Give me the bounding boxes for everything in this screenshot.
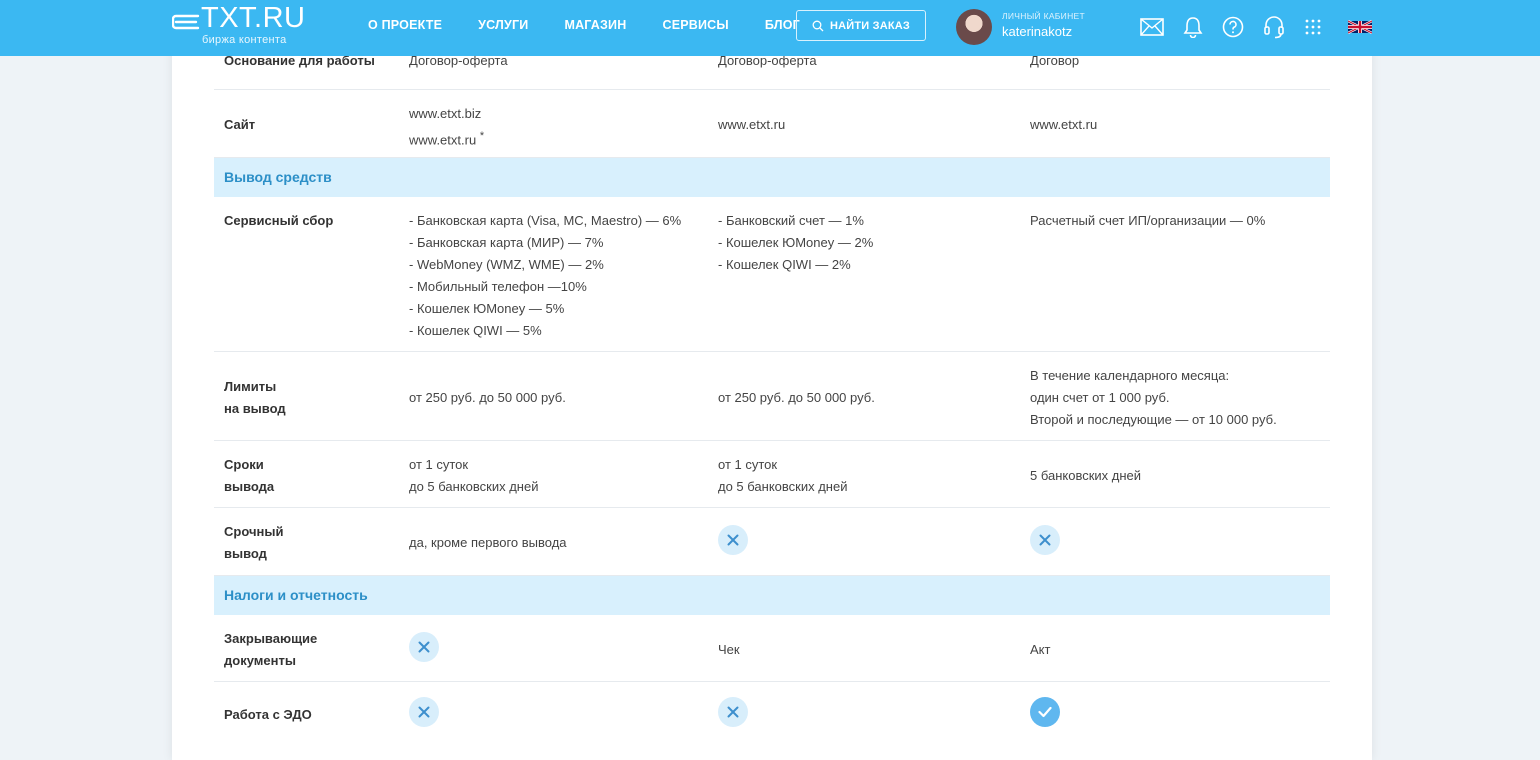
urgent-label: Срочный вывод <box>224 521 283 565</box>
nav-about[interactable]: О ПРОЕКТЕ <box>368 18 442 32</box>
fee-col2: - Банковский счет — 1% - Кошелек ЮMoney … <box>718 210 873 276</box>
closing-docs-col3: Акт <box>1030 642 1051 657</box>
logo-e-icon <box>172 7 200 33</box>
limits-label-line: Лимиты <box>224 379 277 394</box>
terms-col2: от 1 суток до 5 банковских дней <box>718 454 847 498</box>
terms-label: Сроки вывода <box>224 454 274 498</box>
fee-col1-item: - Кошелек QIWI — 5% <box>409 323 542 338</box>
mail-icon[interactable] <box>1139 14 1165 40</box>
cross-icon <box>409 697 439 727</box>
limits-col3: В течение календарного месяца: один счет… <box>1030 365 1277 431</box>
limits-label: Лимиты на вывод <box>224 376 286 420</box>
user-avatar[interactable] <box>956 9 992 45</box>
site-link-ru[interactable]: www.etxt.ru <box>409 132 476 147</box>
row-closing-documents: Закрывающие документы Чек Акт <box>214 616 1330 682</box>
cross-icon <box>1030 525 1060 555</box>
fee-col1: - Банковская карта (Visa, MC, Maestro) —… <box>409 210 681 342</box>
nav-services[interactable]: УСЛУГИ <box>478 18 528 32</box>
closing-docs-label-line: документы <box>224 653 296 668</box>
logo-subtitle: биржа контента <box>202 34 287 46</box>
fee-col2-item: - Кошелек ЮMoney — 2% <box>718 235 874 250</box>
row-site: Сайт www.etxt.biz www.etxt.ru * www.etxt… <box>214 90 1330 158</box>
row-service-fee: Сервисный сбор - Банковская карта (Visa,… <box>214 198 1330 352</box>
limits-col3-line: один счет от 1 000 руб. <box>1030 390 1170 405</box>
cross-icon <box>409 632 439 662</box>
urgent-label-line: Срочный <box>224 524 284 539</box>
fee-col2-item: - Кошелек QIWI — 2% <box>718 257 851 272</box>
nav-blog[interactable]: БЛОГ <box>765 18 800 32</box>
fee-col1-item: - Банковская карта (МИР) — 7% <box>409 235 604 250</box>
help-icon[interactable] <box>1220 14 1246 40</box>
nav-shop[interactable]: МАГАЗИН <box>564 18 626 32</box>
fee-col1-item: - Кошелек ЮMoney — 5% <box>409 301 565 316</box>
fee-col1-item: - WebMoney (WMZ, WME) — 2% <box>409 257 604 272</box>
cross-icon <box>718 697 748 727</box>
find-order-button[interactable]: НАЙТИ ЗАКАЗ <box>796 10 926 41</box>
top-header: TXT.RU биржа контента О ПРОЕКТЕ УСЛУГИ М… <box>0 0 1540 56</box>
username[interactable]: katerinakotz <box>1002 24 1072 39</box>
bell-icon[interactable] <box>1180 14 1206 40</box>
section-withdrawal-title: Вывод средств <box>224 169 332 185</box>
limits-col1: от 250 руб. до 50 000 руб. <box>409 390 566 405</box>
cross-icon <box>718 525 748 555</box>
site-col2[interactable]: www.etxt.ru <box>718 114 785 136</box>
closing-docs-label: Закрывающие документы <box>224 628 317 672</box>
fee-col2-item: - Банковский счет — 1% <box>718 213 864 228</box>
row-terms: Сроки вывода от 1 суток до 5 банковских … <box>214 441 1330 508</box>
cabinet-label[interactable]: ЛИЧНЫЙ КАБИНЕТ <box>1002 11 1085 21</box>
site-link-biz[interactable]: www.etxt.biz <box>409 103 484 125</box>
etxt-logo[interactable]: TXT.RU биржа контента <box>172 3 306 46</box>
main-nav: О ПРОЕКТЕ УСЛУГИ МАГАЗИН СЕРВИСЫ БЛОГ <box>368 18 836 32</box>
apps-grid-icon[interactable] <box>1300 14 1326 40</box>
terms-col1-line: до 5 банковских дней <box>409 479 539 494</box>
uk-flag-icon[interactable] <box>1347 14 1373 40</box>
support-headset-icon[interactable] <box>1261 14 1287 40</box>
row-edo: Работа с ЭДО <box>214 682 1330 740</box>
site-col1: www.etxt.biz www.etxt.ru * <box>409 103 484 151</box>
terms-label-line: Сроки <box>224 457 264 472</box>
urgent-col1: да, кроме первого вывода <box>409 535 567 550</box>
limits-col2: от 250 руб. до 50 000 руб. <box>718 390 875 405</box>
terms-col3: 5 банковских дней <box>1030 468 1142 483</box>
check-icon <box>1030 697 1060 727</box>
find-order-label: НАЙТИ ЗАКАЗ <box>829 19 911 32</box>
closing-docs-label-line: Закрывающие <box>224 631 318 646</box>
site-footnote-mark: * <box>479 130 485 142</box>
terms-col2-line: от 1 суток <box>718 457 778 472</box>
row-basis: Основание для работы Договор-оферта Дого… <box>214 53 1330 90</box>
search-icon <box>812 20 824 32</box>
row-urgent-withdrawal: Срочный вывод да, кроме первого вывода <box>214 508 1330 576</box>
site-col3[interactable]: www.etxt.ru <box>1030 114 1097 136</box>
limits-col3-line: В течение календарного месяца: <box>1030 368 1230 383</box>
fee-col3: Расчетный счет ИП/организации — 0% <box>1030 213 1266 228</box>
limits-col3-line: Второй и последующие — от 10 000 руб. <box>1030 412 1277 427</box>
fee-col1-item: - Мобильный телефон —10% <box>409 279 587 294</box>
nav-tools[interactable]: СЕРВИСЫ <box>662 18 728 32</box>
closing-docs-col2: Чек <box>718 642 740 657</box>
section-withdrawal: Вывод средств <box>214 158 1330 197</box>
urgent-label-line: вывод <box>224 546 267 561</box>
edo-label: Работа с ЭДО <box>224 707 312 722</box>
logo-text: TXT.RU <box>201 2 306 34</box>
limits-label-line: на вывод <box>224 401 286 416</box>
fee-label: Сервисный сбор <box>224 213 334 228</box>
section-taxes-title: Налоги и отчетность <box>224 587 368 603</box>
site-label: Сайт <box>224 117 256 132</box>
terms-col1-line: от 1 суток <box>409 457 469 472</box>
terms-col1: от 1 суток до 5 банковских дней <box>409 454 538 498</box>
terms-col2-line: до 5 банковских дней <box>718 479 848 494</box>
terms-label-line: вывода <box>224 479 275 494</box>
row-limits: Лимиты на вывод от 250 руб. до 50 000 ру… <box>214 352 1330 441</box>
section-taxes: Налоги и отчетность <box>214 576 1330 615</box>
fee-col1-item: - Банковская карта (Visa, MC, Maestro) —… <box>409 213 682 228</box>
